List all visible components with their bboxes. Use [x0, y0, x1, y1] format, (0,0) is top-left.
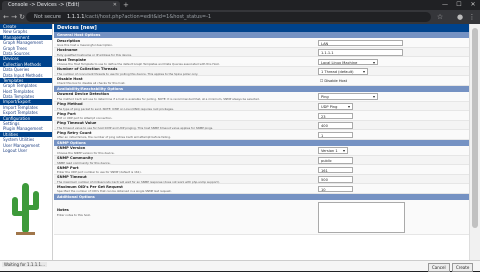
- field-label: Hostname: [57, 48, 78, 53]
- page-viewport: Create New Graphs Management Graph Manageme…: [0, 24, 480, 260]
- field-description: Choose the Host Template to use to defin…: [57, 62, 220, 67]
- field-description: The method Cacti will use to determine i…: [57, 96, 260, 101]
- form-row: Host Template Choose the Host Template to…: [54, 57, 469, 67]
- close-tab-icon[interactable]: ✕: [113, 1, 117, 10]
- notes-desc: Enter notes to this host.: [57, 212, 91, 217]
- loading-status: Waiting for 1.1.1.1...: [2, 262, 47, 267]
- address-bar-row: ← → ↻ Not secure 1.1.1.1/cacti/host.php?a…: [0, 10, 480, 24]
- field-description: The maximum number of milliseconds Cacti…: [57, 179, 220, 184]
- form-row: Number of Collection Threads The number o…: [54, 66, 469, 77]
- notes-label: Notes: [57, 207, 69, 212]
- field-input[interactable]: 400: [318, 122, 353, 129]
- url-host: 1.1.1.1: [66, 14, 85, 20]
- close-window-button[interactable]: ✕: [466, 0, 480, 10]
- field-description: Give this host a meaningful description.: [57, 43, 113, 47]
- field-label: Downed Device Detection: [57, 92, 110, 97]
- tab-title: Console -> Devices -> (Edit): [8, 2, 80, 8]
- page-scrollbar[interactable]: [469, 24, 480, 260]
- field-select[interactable]: UDP Ping: [318, 103, 353, 110]
- field-label: Ping Method: [57, 102, 83, 107]
- field-input[interactable]: 1.1.1.1: [318, 49, 403, 56]
- form-row: SNMP Version Choose the SNMP version for …: [54, 145, 469, 156]
- field-description: Fully qualified hostname or IP address f…: [57, 52, 132, 57]
- cancel-button[interactable]: Cancel: [428, 262, 450, 272]
- status-bar: Waiting for 1.1.1.1... Cancel Create: [0, 260, 480, 272]
- field-select[interactable]: Local Linux Machine: [318, 58, 378, 66]
- form-row: Description Give this host a meaningful d…: [54, 38, 469, 48]
- forward-icon[interactable]: →: [10, 13, 18, 21]
- field-label: Ping Port: [57, 111, 76, 116]
- field-checkbox[interactable]: ☐ Disable Host: [318, 78, 358, 85]
- notes-row: Notes Enter notes to this host.: [54, 199, 469, 235]
- field-input[interactable]: LAN: [318, 39, 403, 46]
- url-path: /cacti/host.php?action=edit&id=1&host_st…: [84, 14, 212, 20]
- field-label: SNMP Port: [57, 165, 79, 170]
- field-description: TCP or UDP port to attempt connection.: [57, 116, 113, 121]
- form-row: Ping Method The type of ping packet to se…: [54, 101, 469, 112]
- field-description: SNMP read community for this device.: [57, 160, 111, 165]
- field-label: Description: [57, 38, 81, 43]
- new-tab-button[interactable]: +: [123, 1, 129, 9]
- profile-icon[interactable]: ●: [456, 13, 464, 21]
- browser-tab-strip: Console -> Devices -> (Edit) ✕ + — ☐ ✕: [0, 0, 480, 10]
- maximize-button[interactable]: ☐: [452, 0, 466, 10]
- form-row: Maximum OID's Per Get Request Specified t…: [54, 184, 469, 194]
- form-row: Disable Host Check this box to disable al…: [54, 76, 469, 86]
- device-edit-form: Devices [new] General Host Options Descr…: [54, 24, 469, 260]
- field-description: Check this box to disable all checks for…: [57, 81, 126, 86]
- notes-textarea[interactable]: [318, 201, 405, 233]
- reload-icon[interactable]: ↻: [18, 13, 26, 21]
- field-input[interactable]: 1: [318, 131, 353, 139]
- field-description: The number of concurrent threads to use …: [57, 71, 199, 76]
- form-row: Downed Device Detection The method Cacti …: [54, 91, 469, 102]
- field-description: The timeout value to use for host ICMP a…: [57, 125, 214, 130]
- field-label: Ping Timeout Value: [57, 121, 97, 126]
- field-description: The type of ping packet to sent. NOTE: I…: [57, 106, 174, 111]
- field-description: Enter the UDP port number to use for SNM…: [57, 170, 142, 175]
- browser-tab[interactable]: Console -> Devices -> (Edit) ✕: [2, 1, 120, 10]
- form-row: Ping Timeout Value The timeout value to u…: [54, 120, 469, 131]
- field-select[interactable]: Version 1: [318, 147, 348, 154]
- field-input[interactable]: public: [318, 157, 353, 164]
- form-row: SNMP Timeout The maximum number of millis…: [54, 174, 469, 185]
- field-select[interactable]: 1 Thread (default): [318, 68, 368, 75]
- field-label: Number of Collection Threads: [57, 67, 118, 72]
- page-title: Devices [new]: [54, 24, 469, 32]
- form-row: Hostname Fully qualified hostname or IP a…: [54, 47, 469, 58]
- form-row: Ping Retry Count After an initial failure…: [54, 130, 469, 140]
- field-input[interactable]: 161: [318, 166, 353, 174]
- url-field[interactable]: Not secure 1.1.1.1/cacti/host.php?action=…: [26, 12, 431, 22]
- form-row: SNMP Community SNMP read community for th…: [54, 155, 469, 166]
- field-description: Choose the SNMP version for this device.: [57, 150, 115, 155]
- field-label: Ping Retry Count: [57, 130, 92, 135]
- field-label: SNMP Community: [57, 156, 94, 161]
- field-input[interactable]: 500: [318, 176, 353, 183]
- form-row: Ping Port TCP or UDP port to attempt conn…: [54, 111, 469, 121]
- cacti-logo-icon: [12, 183, 39, 235]
- sidebar-item[interactable]: Logout User: [0, 148, 52, 153]
- not-secure-label: Not secure: [34, 14, 61, 20]
- field-label: SNMP Version: [57, 146, 86, 151]
- field-input[interactable]: 10: [318, 185, 353, 193]
- form-row: SNMP Port Enter the UDP port number to us…: [54, 165, 469, 175]
- back-icon[interactable]: ←: [2, 13, 10, 21]
- minimize-button[interactable]: —: [438, 0, 452, 10]
- field-input[interactable]: 23: [318, 112, 353, 120]
- field-description: Specified the number of OID's that can b…: [57, 189, 172, 194]
- create-button[interactable]: Create: [452, 262, 474, 272]
- field-description: After an initial failure, the number of …: [57, 135, 171, 140]
- field-label: Disable Host: [57, 76, 83, 81]
- field-select[interactable]: Ping: [318, 93, 378, 100]
- field-label: SNMP Timeout: [57, 175, 87, 180]
- scrollbar-thumb[interactable]: [472, 28, 478, 228]
- star-icon[interactable]: ☆: [436, 13, 444, 21]
- field-label: Host Template: [57, 57, 87, 62]
- menu-icon[interactable]: ⋮: [468, 13, 476, 21]
- field-label: Maximum OID's Per Get Request: [57, 184, 123, 189]
